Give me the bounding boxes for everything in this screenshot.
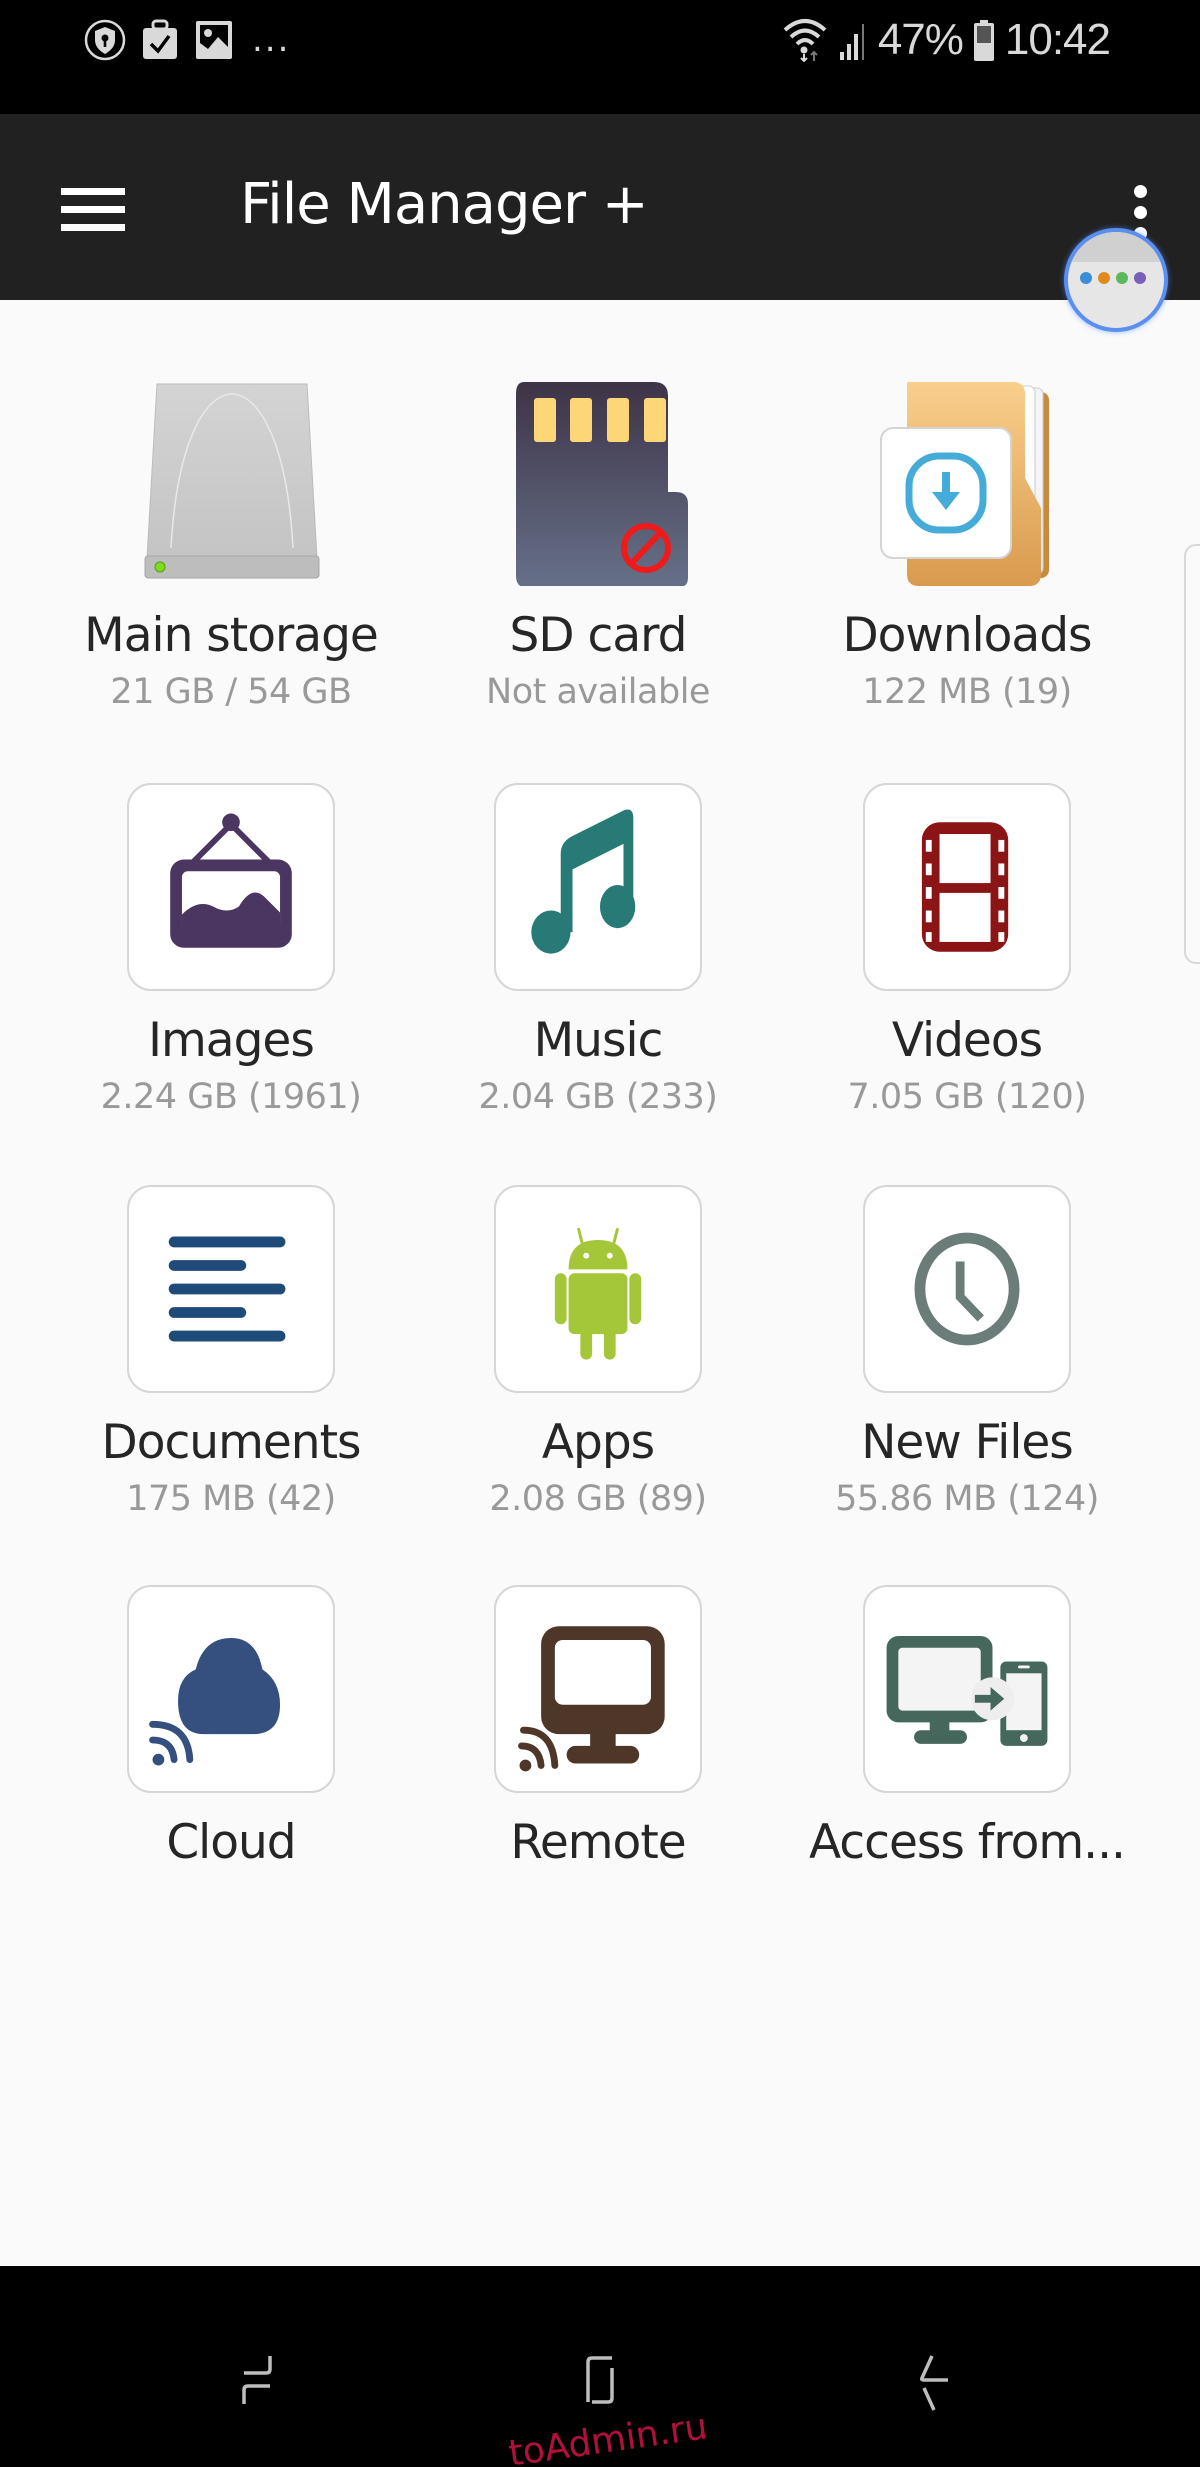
app-title: File Manager + [240,172,649,237]
music-note-icon [494,783,702,991]
system-status: 47% 10:42 [782,14,1111,66]
preview-dot [1080,272,1092,284]
battery-percent: 47% [877,15,964,64]
tile-images[interactable]: Images 2.24 GB (1961) [61,783,401,1119]
more-notifications: ... [252,20,291,60]
back-icon [920,2355,948,2411]
hamburger-icon-line [61,205,125,213]
downloads-folder-icon [863,378,1071,586]
tile-cloud[interactable]: Cloud [61,1585,401,1871]
tile-label: Main storage [84,608,379,663]
bubble-preview-header [1068,232,1164,262]
tile-remote[interactable]: Remote [428,1585,768,1871]
hamburger-icon-line [61,187,125,195]
preview-dot [1116,272,1128,284]
tile-label: Downloads [842,608,1092,663]
android-icon [494,1185,702,1393]
signal-icon [839,24,864,60]
tile-label: Apps [541,1415,655,1470]
tile-sublabel: 175 MB (42) [126,1479,336,1519]
wifi-icon [783,19,827,62]
clock: 10:42 [1004,15,1111,64]
status-bar: ... 47% 10:42 [0,0,1200,114]
film-strip-icon [863,783,1071,991]
hard-drive-icon [127,378,335,586]
floating-app-preview-bubble[interactable] [1064,228,1168,332]
bubble-preview-icons [1080,272,1146,284]
tile-sublabel: 21 GB / 54 GB [110,672,352,712]
tile-sublabel: 2.24 GB (1961) [100,1077,362,1117]
tile-sublabel: 122 MB (19) [862,672,1072,712]
tile-new-files[interactable]: New Files 55.86 MB (124) [797,1185,1137,1521]
tile-label: Music [533,1013,664,1068]
tile-sd-card[interactable]: SD card Not available [428,378,768,714]
tile-apps[interactable]: Apps 2.08 GB (89) [428,1185,768,1521]
vpn-shield-icon [84,19,126,61]
sd-card-icon [494,378,702,586]
preview-dot [1134,272,1146,284]
tile-label: Images [148,1013,315,1068]
tile-downloads[interactable]: Downloads 122 MB (19) [797,378,1137,714]
edge-panel-handle[interactable] [1184,544,1200,964]
tile-label: New Files [861,1415,1074,1470]
tile-sublabel: 2.04 GB (233) [478,1077,718,1117]
clock-icon [863,1185,1071,1393]
recent-apps-button[interactable] [208,2316,328,2416]
tile-sublabel: 2.08 GB (89) [489,1479,707,1519]
tile-access-from[interactable]: Access from... [797,1585,1137,1871]
tile-sublabel: 55.86 MB (124) [835,1479,1099,1519]
hamburger-menu-button[interactable] [40,164,146,254]
more-vert-icon-dot [1133,205,1147,219]
tile-sublabel: 7.05 GB (120) [847,1077,1087,1117]
recent-apps-icon [242,2356,272,2404]
image-icon [196,21,232,59]
battery-icon [973,20,994,61]
hamburger-icon-line [61,223,125,231]
tile-label: Cloud [166,1815,296,1870]
pc-to-phone-icon [863,1585,1071,1793]
picture-frame-icon [127,783,335,991]
home-icon [586,2356,614,2404]
tile-videos[interactable]: Videos 7.05 GB (120) [797,783,1137,1119]
more-vert-icon-dot [1133,184,1147,198]
tile-label: Videos [891,1013,1043,1068]
cloud-icon [127,1585,335,1793]
tile-sublabel: Not available [486,672,710,712]
tile-label: Remote [510,1815,686,1870]
tile-label: Access from... [808,1815,1126,1870]
home-button[interactable] [540,2316,660,2416]
tile-documents[interactable]: Documents 175 MB (42) [61,1185,401,1521]
app-bar: File Manager + [0,114,1200,300]
tile-main-storage[interactable]: Main storage 21 GB / 54 GB [61,378,401,714]
tile-label: Documents [101,1415,362,1470]
tile-label: SD card [509,608,688,663]
remote-monitor-icon [494,1585,702,1793]
notification-icons: ... [84,18,290,62]
briefcase-check-icon [143,19,177,59]
preview-dot [1098,272,1110,284]
document-lines-icon [127,1185,335,1393]
back-button[interactable] [878,2316,998,2416]
tile-music[interactable]: Music 2.04 GB (233) [428,783,768,1119]
